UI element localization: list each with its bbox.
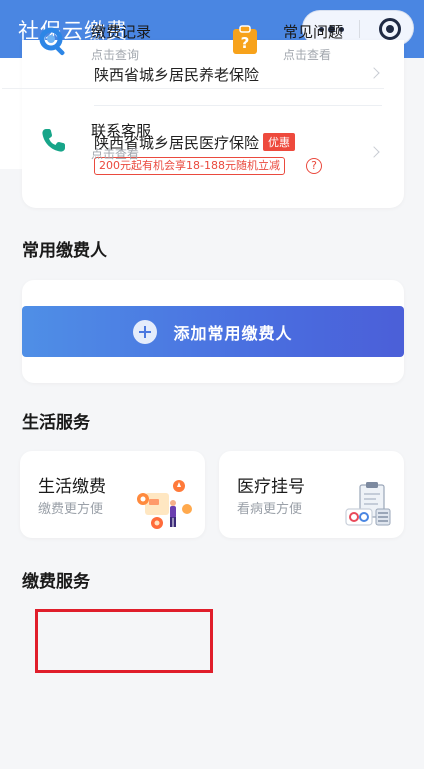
payment-records-item[interactable]: 缴费记录 点击查询	[20, 10, 210, 70]
payer-card: 添加常用缴费人	[22, 280, 404, 383]
item-subtitle: 点击查看	[283, 48, 332, 62]
item-title: 缴费记录	[91, 23, 152, 41]
section-title-payer: 常用缴费人	[22, 241, 107, 261]
contact-support-item[interactable]: 联系客服 点击查看	[20, 108, 210, 168]
item-subtitle: 点击查看	[91, 147, 140, 161]
life-payment-card[interactable]: 生活缴费 缴费更方便	[20, 451, 205, 538]
divider	[94, 105, 382, 106]
item-subtitle: 点击查询	[91, 48, 140, 62]
utility-bills-illustration-icon	[137, 480, 192, 529]
card-title: 医疗挂号	[237, 477, 305, 497]
item-title: 常见问题	[283, 23, 344, 41]
add-payer-label: 添加常用缴费人	[173, 323, 293, 343]
divider	[2, 88, 384, 89]
highlight-box	[35, 609, 213, 673]
card-subtitle: 看病更方便	[237, 502, 303, 517]
discount-badge: 优惠	[263, 133, 296, 151]
section-title-pay-services: 缴费服务	[22, 572, 90, 592]
medical-appointment-card[interactable]: 医疗挂号 看病更方便	[219, 451, 404, 538]
search-records-icon	[39, 27, 65, 56]
faq-clipboard-icon: ?	[233, 25, 257, 54]
phone-icon	[42, 129, 65, 152]
svg-text:?: ?	[241, 34, 250, 52]
item-title: 联系客服	[91, 122, 152, 140]
card-title: 生活缴费	[38, 477, 106, 497]
section-title-life: 生活服务	[22, 413, 90, 433]
plus-icon	[133, 319, 158, 344]
add-payer-button[interactable]: 添加常用缴费人	[22, 306, 404, 357]
faq-item[interactable]: ? 常见问题 点击查看	[212, 10, 384, 70]
chevron-right-icon	[368, 146, 380, 158]
question-icon[interactable]: ?	[306, 158, 322, 174]
card-subtitle: 缴费更方便	[38, 502, 104, 517]
medical-registration-illustration-icon	[345, 482, 391, 526]
